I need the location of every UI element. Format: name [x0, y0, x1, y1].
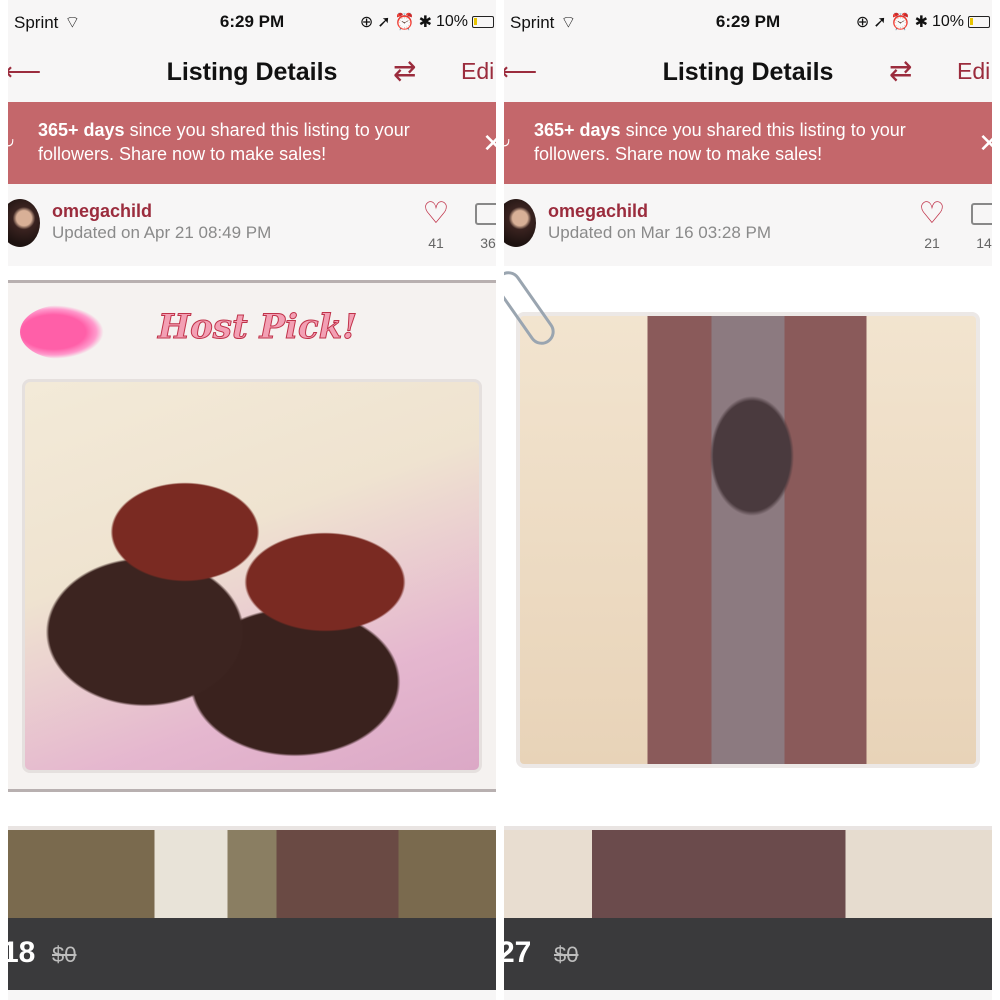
price-current: 27: [504, 936, 532, 969]
seller-username[interactable]: omegachild: [52, 201, 152, 222]
edit-button[interactable]: Edi: [957, 58, 990, 85]
avatar[interactable]: [8, 199, 40, 247]
like-button[interactable]: ♡ 21: [914, 197, 950, 252]
share-reminder-icon: ⤶: [8, 130, 15, 155]
boots-image: [22, 379, 482, 773]
price-original: $0: [554, 942, 579, 967]
heart-icon: ♡: [918, 197, 946, 230]
price-bar: 27 $0: [504, 918, 992, 990]
paperclip-graphic: [504, 266, 560, 350]
listing-photo[interactable]: [504, 266, 992, 826]
battery-percent: 10%: [931, 13, 964, 30]
status-bar: Sprint ⌔ 6:29 PM ⊕ ➚ ⏰ ✱ 10%: [504, 0, 992, 44]
banner-highlight: 365+ days: [38, 120, 125, 140]
seller-username[interactable]: omegachild: [548, 201, 648, 222]
comment-icon: [971, 203, 992, 225]
heart-icon: ♡: [422, 197, 450, 230]
like-button[interactable]: ♡ 41: [418, 197, 454, 252]
host-pick-caption: Host Pick!: [157, 307, 358, 348]
share-reminder-banner[interactable]: ⤶ 365+ days since you shared this listin…: [8, 102, 496, 184]
banner-text: 365+ days since you shared this listing …: [534, 118, 964, 166]
share-icon[interactable]: ⇄: [393, 54, 416, 87]
secondary-photo[interactable]: [8, 830, 496, 920]
collage: Sprint ⌔ 6:29 PM ⊕ ➚ ⏰ ✱ 10% ⟵ Listing D…: [0, 0, 1000, 1000]
comment-count: 36: [480, 235, 496, 251]
sweater-image: [516, 312, 980, 768]
status-icons: ⊕ ➚ ⏰ ✱ 10%: [856, 12, 990, 32]
close-icon[interactable]: ✕: [978, 128, 992, 159]
comment-count: 14: [976, 235, 992, 251]
price-bar: 18 $0: [8, 918, 496, 990]
avatar[interactable]: [504, 199, 536, 247]
banner-text: 365+ days since you shared this listing …: [38, 118, 468, 166]
share-reminder-icon: ⤶: [504, 130, 511, 155]
rotation-lock-icon: ⊕: [359, 14, 374, 31]
photo-frame: Host Pick!: [8, 280, 496, 792]
alarm-icon: ⏰: [394, 14, 415, 31]
comment-button[interactable]: 36: [470, 199, 496, 251]
rotation-lock-icon: ⊕: [855, 14, 870, 31]
page-title: Listing Details: [662, 58, 834, 86]
seller-row: omegachild Updated on Apr 21 08:49 PM ♡ …: [8, 185, 496, 265]
edit-button[interactable]: Edi: [461, 58, 494, 85]
listing-photo[interactable]: Host Pick!: [8, 266, 496, 826]
nav-bar: ⟵ Listing Details ⇄ Edi: [8, 44, 496, 100]
share-reminder-banner[interactable]: ⤶ 365+ days since you shared this listin…: [504, 102, 992, 184]
status-bar: Sprint ⌔ 6:29 PM ⊕ ➚ ⏰ ✱ 10%: [8, 0, 496, 44]
battery-icon: [472, 16, 494, 28]
comment-icon: [475, 203, 496, 225]
battery-icon: [968, 16, 990, 28]
nav-bar: ⟵ Listing Details ⇄ Edi: [504, 44, 992, 100]
like-count: 21: [924, 235, 940, 251]
page-title: Listing Details: [166, 58, 338, 86]
close-icon[interactable]: ✕: [482, 128, 496, 159]
lipstick-kiss-graphic: [20, 305, 104, 359]
secondary-photo[interactable]: [504, 830, 992, 920]
like-count: 41: [428, 235, 444, 251]
price-current: 18: [8, 936, 36, 969]
bluetooth-icon: ✱: [418, 14, 432, 31]
updated-timestamp: Updated on Apr 21 08:49 PM: [52, 223, 272, 242]
bluetooth-icon: ✱: [914, 14, 928, 31]
comment-button[interactable]: 14: [966, 199, 992, 251]
location-icon: ➚: [377, 14, 391, 31]
location-icon: ➚: [873, 14, 887, 31]
battery-percent: 10%: [435, 13, 468, 30]
share-icon[interactable]: ⇄: [889, 54, 912, 87]
price-original: $0: [52, 942, 77, 967]
banner-highlight: 365+ days: [534, 120, 621, 140]
left-screen: Sprint ⌔ 6:29 PM ⊕ ➚ ⏰ ✱ 10% ⟵ Listing D…: [8, 0, 496, 1000]
alarm-icon: ⏰: [890, 14, 911, 31]
updated-timestamp: Updated on Mar 16 03:28 PM: [548, 223, 772, 242]
status-icons: ⊕ ➚ ⏰ ✱ 10%: [360, 12, 494, 32]
right-screen: Sprint ⌔ 6:29 PM ⊕ ➚ ⏰ ✱ 10% ⟵ Listing D…: [504, 0, 992, 1000]
seller-row: omegachild Updated on Mar 16 03:28 PM ♡ …: [504, 185, 992, 265]
